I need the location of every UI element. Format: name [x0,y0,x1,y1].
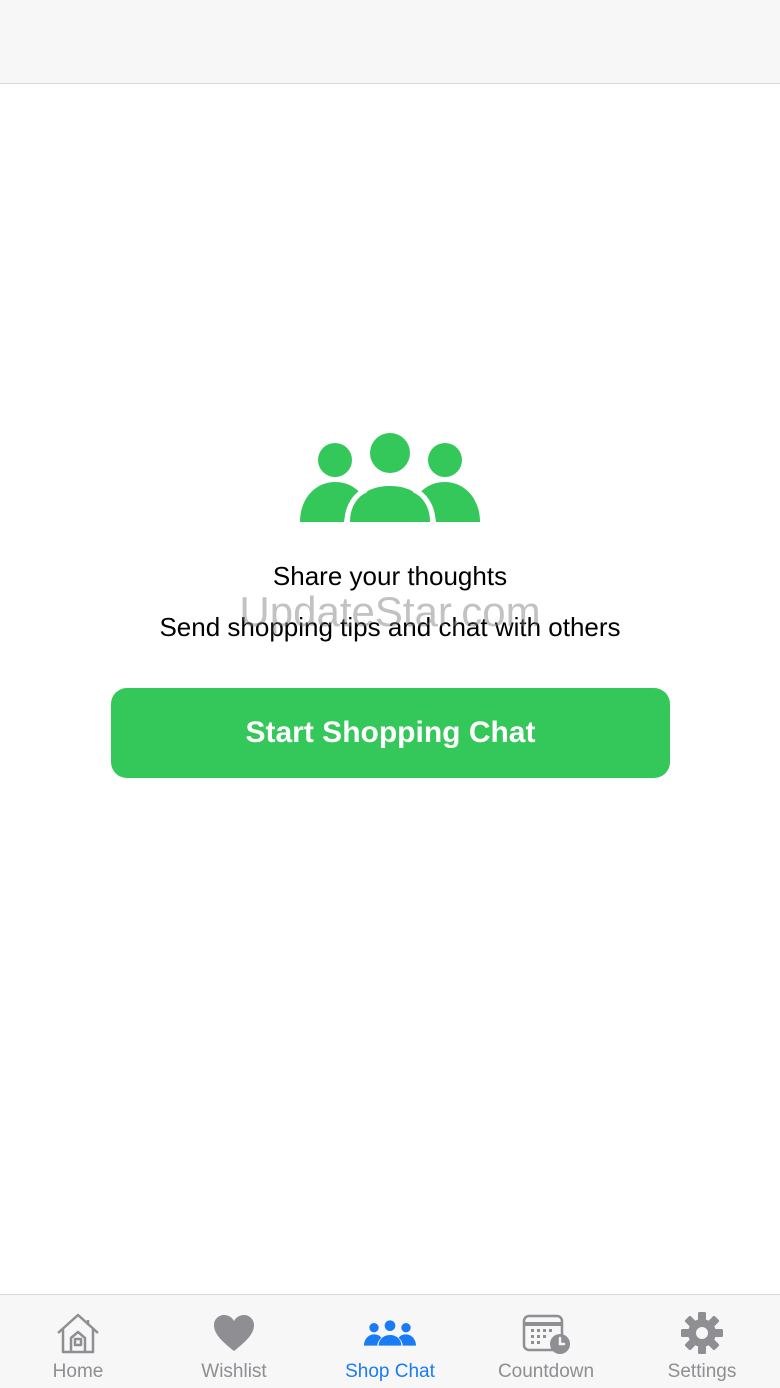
tab-label-countdown: Countdown [497,1361,595,1382]
heart-icon [208,1311,260,1355]
empty-state-subline: Send shopping tips and chat with others [159,612,621,642]
tab-label-settings: Settings [667,1361,737,1382]
gear-icon [676,1311,728,1355]
tab-label-shop-chat: Shop Chat [345,1361,435,1382]
group-people-icon [364,1311,416,1355]
calendar-clock-icon [520,1311,572,1355]
tab-home[interactable]: Home [0,1295,156,1388]
group-people-icon [300,433,480,522]
start-shopping-chat-button[interactable]: Start Shopping Chat [111,688,670,778]
tab-shop-chat[interactable]: Shop Chat [312,1295,468,1388]
tab-label-wishlist: Wishlist [201,1361,267,1382]
tab-settings[interactable]: Settings [624,1295,780,1388]
empty-state-headline: Share your thoughts [272,561,508,591]
navigation-bar [0,0,780,84]
tab-bar: Home Wishlist Shop Chat Countdown Settin… [0,1294,780,1388]
tab-label-home: Home [52,1361,104,1382]
tab-wishlist[interactable]: Wishlist [156,1295,312,1388]
tab-countdown[interactable]: Countdown [468,1295,624,1388]
house-icon [52,1311,104,1355]
